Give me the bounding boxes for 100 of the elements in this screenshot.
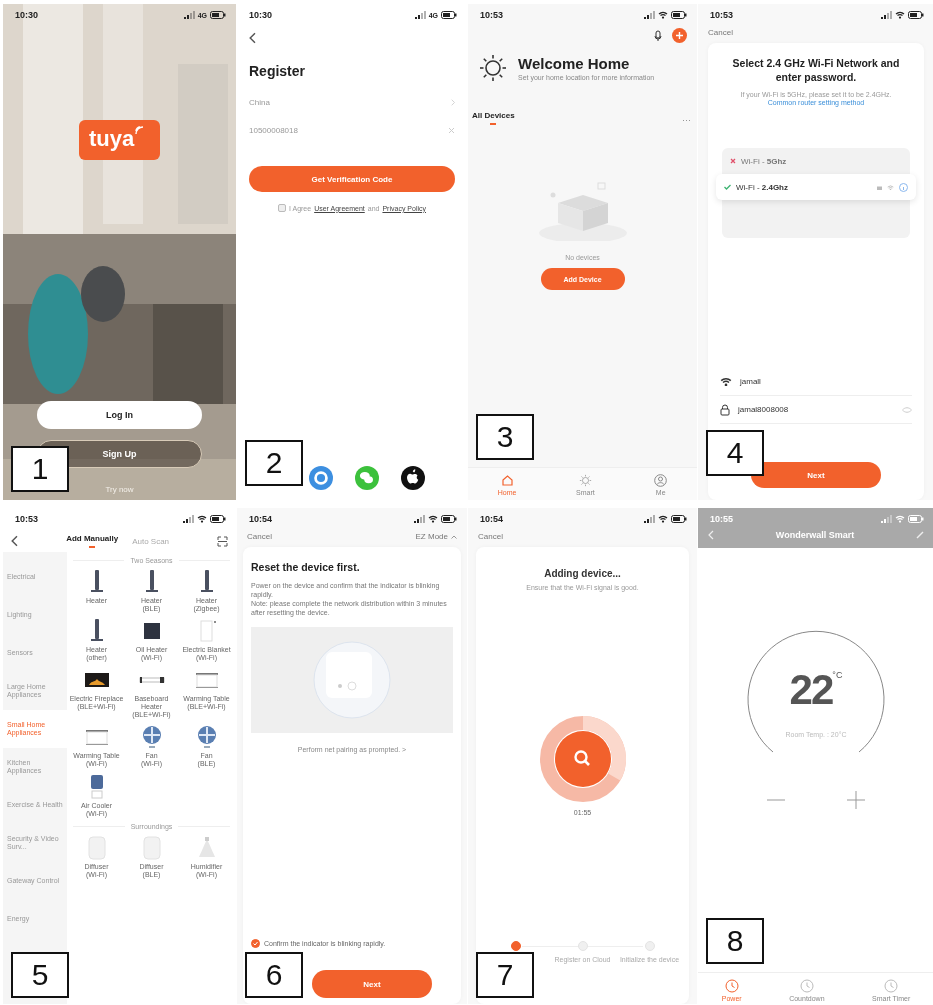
eye-icon[interactable] <box>902 406 912 413</box>
microphone-icon[interactable] <box>654 29 662 42</box>
screen-number-label: 3 <box>476 414 534 460</box>
adding-title: Adding device... <box>543 567 622 580</box>
lock-icon <box>877 184 882 191</box>
apple-icon[interactable] <box>401 466 425 490</box>
tick-icon <box>253 941 258 946</box>
scan-icon[interactable] <box>217 535 228 547</box>
wifi-name-field[interactable]: jamall <box>720 368 912 396</box>
login-button[interactable]: Log In <box>37 401 202 429</box>
sun-icon <box>478 53 508 83</box>
wifi-icon <box>197 515 207 523</box>
status-time: 10:55 <box>710 514 734 524</box>
status-time: 10:30 <box>249 10 273 20</box>
battery-icon <box>908 11 924 19</box>
wifi-icon <box>895 11 905 19</box>
screen-number-label: 8 <box>706 918 764 964</box>
screen-number-label: 1 <box>11 446 69 492</box>
verification-button[interactable]: Get Verification Code <box>249 166 455 193</box>
screen-number-label: 6 <box>245 952 303 998</box>
reset-title: Reset the device first. <box>251 561 361 575</box>
edit-icon[interactable] <box>916 531 924 539</box>
next-button[interactable]: Next <box>312 970 432 998</box>
status-time: 10:53 <box>480 10 504 20</box>
signal-icon <box>183 515 194 523</box>
mode-selector[interactable]: EZ Mode <box>415 532 448 541</box>
wifi-icon <box>658 515 668 523</box>
chat-icon[interactable] <box>355 466 379 490</box>
password-field[interactable]: jamal8008008 <box>720 396 912 424</box>
wifi-icon <box>658 11 668 19</box>
cancel-link[interactable]: Cancel <box>708 28 733 37</box>
back-icon[interactable] <box>11 535 19 547</box>
diffuser-icon <box>140 834 163 861</box>
device-title: Wonderwall Smart <box>775 530 855 540</box>
network-row[interactable]: Wi-Fi - 2.4Ghz <box>716 174 916 201</box>
cancel-link[interactable]: Cancel <box>247 532 272 541</box>
battery-icon <box>210 11 226 19</box>
wifi-icon <box>428 515 438 523</box>
battery-icon <box>441 515 457 523</box>
confirm-checkbox[interactable] <box>251 939 260 948</box>
diffuser-icon <box>85 834 108 861</box>
screen-number-label: 5 <box>11 952 69 998</box>
temperature-unit: °C <box>832 670 843 681</box>
phone-field[interactable]: 10500008018 <box>249 116 455 145</box>
clock-icon <box>724 979 739 993</box>
mode-tab[interactable]: Add Manually <box>62 534 123 548</box>
battery-icon <box>908 515 924 523</box>
signal-icon <box>414 515 425 523</box>
chevron-icon[interactable] <box>450 98 455 106</box>
fan-icon <box>195 724 218 751</box>
signal-icon <box>414 11 426 19</box>
clear-icon[interactable] <box>448 126 455 134</box>
agree-checkbox[interactable] <box>277 204 286 213</box>
status-time: 10:54 <box>249 514 273 524</box>
page-title: Register <box>249 62 307 81</box>
signal-icon <box>644 11 655 19</box>
signal-icon <box>644 515 655 523</box>
back-icon[interactable] <box>249 32 257 44</box>
all-devices-tab[interactable]: All Devices <box>472 111 515 131</box>
ring-icon[interactable] <box>309 466 333 490</box>
screen-number-label: 7 <box>476 952 534 998</box>
fan-icon <box>140 724 163 751</box>
plus-icon[interactable] <box>846 790 866 810</box>
temperature-value: 22 <box>789 666 833 715</box>
status-time: 10:54 <box>480 514 504 524</box>
screen-number-label: 2 <box>245 440 303 486</box>
signal-icon <box>881 515 892 523</box>
battery-icon <box>441 11 457 19</box>
wifi-icon <box>887 184 894 191</box>
clock-icon <box>799 979 814 993</box>
person-icon[interactable] <box>654 474 668 487</box>
baseboard-heater-icon <box>138 676 165 685</box>
lock-icon <box>720 403 730 416</box>
app-logo: tuya <box>78 120 161 160</box>
status-time: 10:53 <box>15 514 39 524</box>
battery-icon <box>671 11 687 19</box>
signal-icon <box>183 11 195 19</box>
country-field[interactable]: China <box>249 88 455 117</box>
wifi-title: Select 2.4 GHz Wi-Fi Network and enter password. <box>731 57 901 85</box>
status-time: 10:53 <box>710 10 734 20</box>
wifi-icon <box>895 515 905 523</box>
mode-tab[interactable]: Auto Scan <box>128 536 174 546</box>
battery-icon <box>210 515 226 523</box>
status-time: 10:30 <box>15 10 39 20</box>
clock-icon <box>884 979 899 993</box>
caret-icon[interactable] <box>451 534 457 539</box>
home-icon[interactable] <box>500 474 514 487</box>
battery-icon <box>671 515 687 523</box>
cancel-link[interactable]: Cancel <box>478 532 503 541</box>
info-icon[interactable] <box>899 182 908 192</box>
network-row[interactable]: Wi-Fi - 5Ghz <box>722 148 910 175</box>
screen-number-label: 4 <box>706 430 764 476</box>
search-icon <box>554 730 611 787</box>
add-icon[interactable] <box>672 28 687 43</box>
signal-icon <box>881 11 892 19</box>
welcome-title: Welcome Home <box>518 53 631 74</box>
next-button[interactable]: Next <box>751 462 881 488</box>
more-menu[interactable]: ··· <box>682 115 691 127</box>
smart-icon[interactable] <box>578 474 592 487</box>
wifi-icon <box>720 376 732 387</box>
